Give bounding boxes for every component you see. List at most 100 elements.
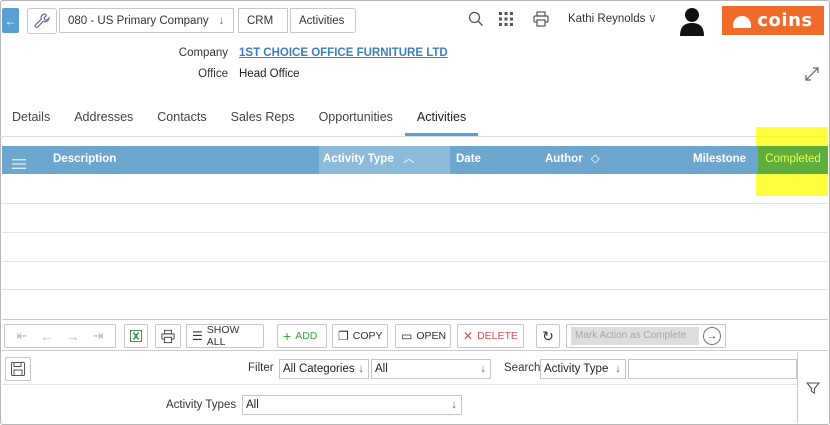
logo-text: coins [757, 10, 813, 31]
open-label: OPEN [416, 330, 447, 342]
print-button[interactable] [532, 10, 550, 28]
column-activity-type-label: Activity Type [323, 153, 394, 165]
search-icon [468, 11, 483, 26]
column-author-label: Author [545, 153, 583, 165]
pager-controls: ⇤ ← → ⇥ [4, 324, 116, 348]
mark-action-input[interactable]: Mark Action as Complete [571, 327, 699, 345]
search-label: Search [504, 362, 541, 374]
tab-addresses[interactable]: Addresses [62, 104, 145, 136]
category-select[interactable]: All Categories ↓ [279, 359, 369, 379]
list-icon: ☰ [192, 329, 203, 343]
column-menu-button[interactable] [12, 154, 26, 169]
grid-row-divider [2, 232, 828, 233]
last-page-icon[interactable]: ⇥ [93, 328, 104, 344]
chevron-down-icon[interactable]: ∨ [648, 11, 657, 25]
expand-button[interactable] [803, 65, 821, 83]
first-page-icon[interactable]: ⇤ [17, 328, 28, 344]
save-filter-button[interactable] [5, 357, 31, 381]
column-date[interactable]: Date [456, 146, 536, 174]
delete-button[interactable]: ✕ DELETE [457, 324, 524, 348]
delete-label: DELETE [477, 330, 518, 342]
filter-label: Filter [248, 362, 274, 374]
column-author[interactable]: Author ◇ [545, 146, 665, 174]
printer-icon [161, 329, 175, 343]
arrow-down-icon: ↓ [615, 363, 621, 375]
column-completed[interactable]: Completed [758, 146, 828, 174]
apps-grid-button[interactable] [497, 10, 515, 28]
folder-icon: ▭ [401, 329, 413, 343]
activity-types-value: All [246, 399, 259, 411]
sort-ascending-icon: ︿ [402, 153, 415, 165]
show-all-label: SHOW ALL [206, 324, 240, 348]
tab-contacts[interactable]: Contacts [145, 104, 218, 136]
grid-row-divider [2, 289, 828, 290]
search-field-value: Activity Type [544, 363, 609, 375]
company-link[interactable]: 1ST CHOICE OFFICE FURNITURE LTD [239, 47, 448, 59]
mark-action-control: Mark Action as Complete → [566, 324, 726, 348]
column-milestone[interactable]: Milestone [693, 146, 753, 174]
arrow-left-icon: ← [4, 13, 17, 28]
activity-types-select[interactable]: All ↓ [242, 395, 462, 415]
refresh-icon: ↻ [542, 327, 554, 344]
user-silhouette-icon [680, 8, 704, 36]
grid-row-divider [2, 261, 828, 262]
search-field-select[interactable]: Activity Type ↓ [540, 359, 626, 379]
settings-wrench-button[interactable] [27, 8, 57, 34]
sort-toggle-icon: ◇ [590, 153, 600, 165]
arrow-down-icon: ↓ [451, 399, 457, 411]
breadcrumb-company-label: 080 - US Primary Company [68, 14, 209, 27]
tab-opportunities[interactable]: Opportunities [307, 104, 405, 136]
show-all-button[interactable]: ☰ SHOW ALL [186, 324, 264, 348]
office-label: Office [198, 68, 228, 80]
add-button[interactable]: + ADD [277, 324, 327, 348]
next-page-icon[interactable]: → [67, 329, 80, 344]
export-excel-button[interactable] [124, 324, 148, 348]
open-button[interactable]: ▭ OPEN [395, 324, 451, 348]
back-button[interactable]: ← [2, 8, 19, 33]
floppy-disk-icon [11, 362, 25, 376]
funnel-icon [806, 381, 820, 394]
office-value: Head Office [239, 68, 300, 80]
tab-divider [0, 136, 830, 137]
close-icon: ✕ [463, 329, 474, 343]
grid-header: Description Activity Type ︿ Date Author … [2, 146, 828, 174]
go-arrow-icon[interactable]: → [703, 327, 721, 345]
expand-diagonal-icon [805, 67, 819, 81]
breadcrumb-module[interactable]: CRM [238, 8, 288, 33]
wrench-icon [34, 13, 50, 28]
print-grid-button[interactable] [155, 324, 181, 348]
grid-icon [499, 12, 513, 26]
breadcrumb-company[interactable]: 080 - US Primary Company ↓ [59, 8, 234, 33]
refresh-button[interactable]: ↻ [536, 324, 560, 348]
breadcrumb-page-label: Activities [299, 14, 345, 27]
column-description[interactable]: Description [53, 146, 313, 174]
category-select-value: All Categories [283, 363, 355, 375]
grid-row-divider [2, 203, 828, 204]
add-label: ADD [295, 330, 318, 342]
company-label: Company [178, 47, 228, 59]
previous-page-icon[interactable]: ← [40, 329, 53, 344]
arrow-down-icon: ↓ [480, 363, 486, 375]
tab-activities[interactable]: Activities [404, 104, 479, 136]
excel-icon [130, 330, 142, 342]
tab-sales-reps[interactable]: Sales Reps [219, 104, 307, 136]
filter-toggle-button[interactable] [797, 352, 828, 423]
search-button[interactable] [467, 10, 485, 28]
copy-icon: ❐ [338, 329, 349, 343]
filter-select[interactable]: All ↓ [371, 359, 491, 379]
hamburger-icon [12, 159, 26, 169]
breadcrumb-module-label: CRM [247, 14, 274, 27]
column-activity-type[interactable]: Activity Type ︿ [319, 146, 450, 174]
avatar[interactable] [680, 6, 704, 36]
filter-select-value: All [375, 363, 388, 375]
tab-details[interactable]: Details [0, 104, 62, 136]
copy-button[interactable]: ❐ COPY [332, 324, 388, 348]
copy-label: COPY [352, 330, 383, 342]
search-input[interactable] [628, 359, 797, 379]
plus-icon: + [283, 328, 292, 344]
coins-logo: coins [722, 6, 824, 35]
printer-icon [533, 11, 549, 27]
user-name[interactable]: Kathi Reynolds [568, 13, 645, 25]
breadcrumb-page[interactable]: Activities [290, 8, 356, 33]
arrow-down-icon: ↓ [218, 14, 225, 27]
